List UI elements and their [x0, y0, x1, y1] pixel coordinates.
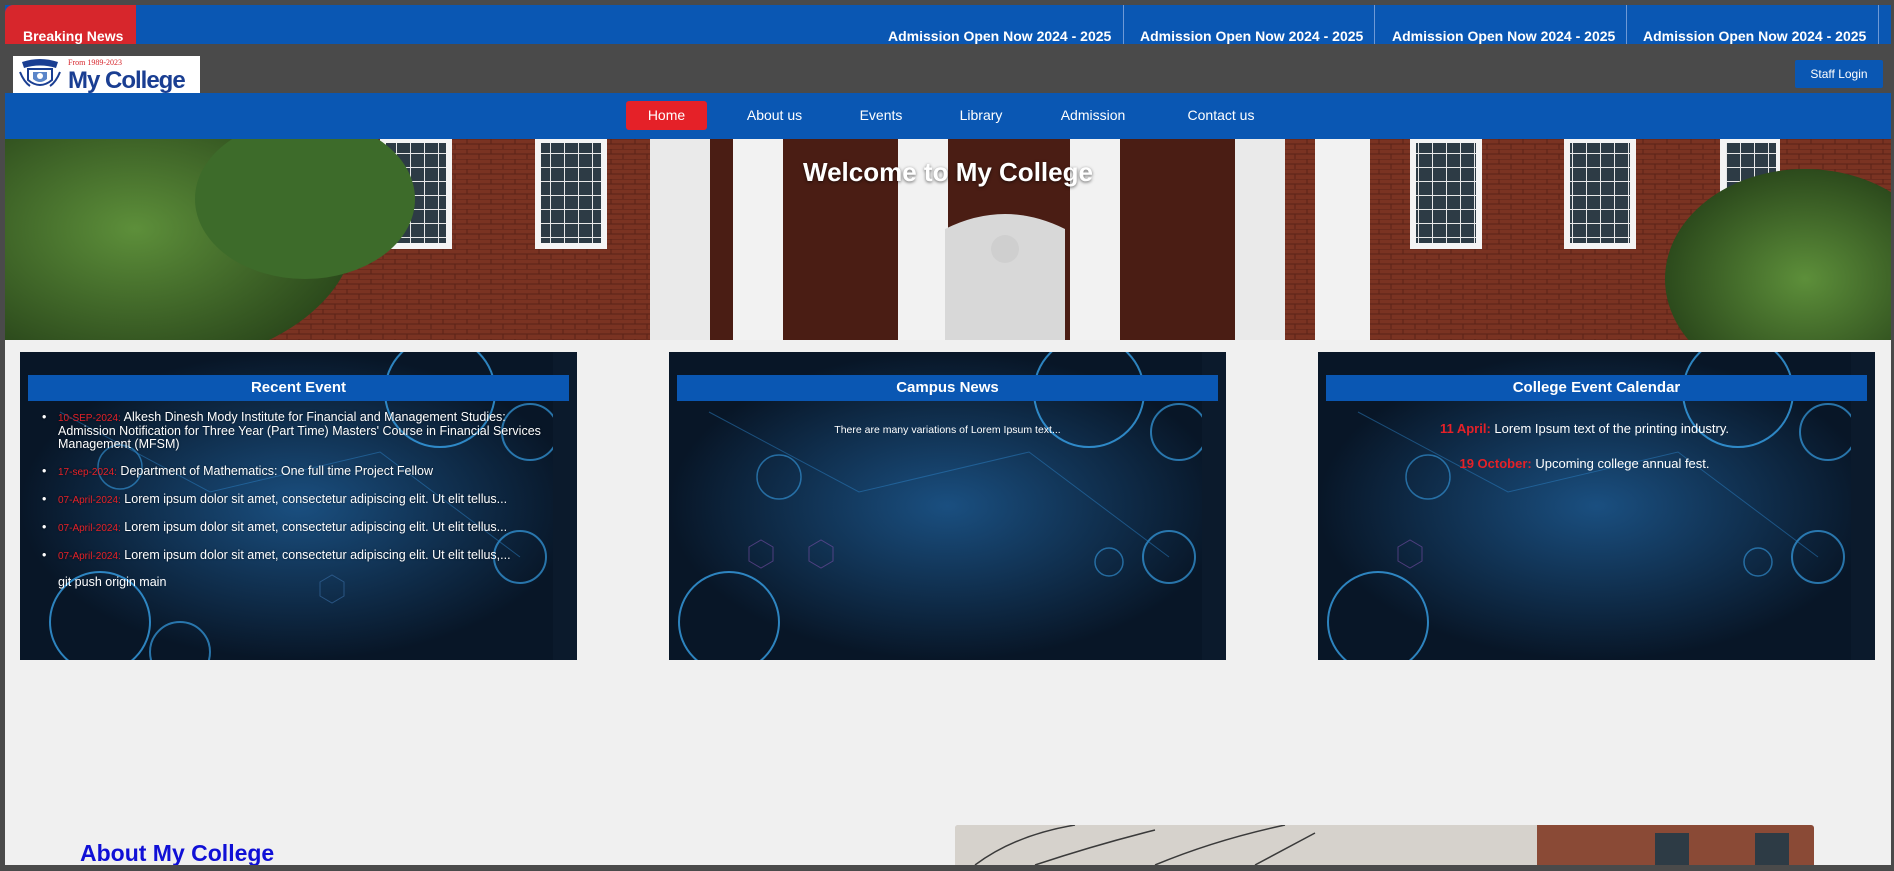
- event-date: 07-April-2024:: [58, 551, 121, 562]
- logo-name: My College: [68, 67, 186, 94]
- event-text: Lorem ipsum dolor sit amet, consectetur …: [124, 520, 508, 534]
- about-title: About My College: [80, 840, 275, 865]
- recent-event-body: • 10-SEP-2024: Alkesh Dinesh Mody Institu…: [20, 401, 553, 660]
- event-date: 17-sep-2024:: [58, 467, 117, 478]
- list-item[interactable]: • 07-April-2024: Lorem ipsum dolor sit am…: [42, 492, 553, 507]
- event-list: • 10-SEP-2024: Alkesh Dinesh Mody Institu…: [20, 401, 553, 563]
- nav-item-library[interactable]: Library: [939, 101, 1023, 130]
- list-item[interactable]: • 10-SEP-2024: Alkesh Dinesh Mody Institu…: [42, 410, 553, 451]
- recent-event-title: Recent Event: [28, 375, 569, 401]
- nav-item-events[interactable]: Events: [841, 101, 921, 130]
- nav-item-home[interactable]: Home: [626, 101, 707, 130]
- list-item[interactable]: • 07-April-2024: Lorem ipsum dolor sit am…: [42, 520, 553, 535]
- nav-item-admission[interactable]: Admission: [1040, 101, 1146, 130]
- calendar-text: Lorem Ipsum text of the printing industr…: [1494, 421, 1730, 436]
- nav-item-contact-us[interactable]: Contact us: [1165, 101, 1277, 130]
- campus-news-card: Campus News There are many variations of…: [669, 352, 1226, 660]
- calendar-entry[interactable]: 11 April: Lorem Ipsum text of the printi…: [1318, 421, 1851, 436]
- event-text: Alkesh Dinesh Mody Institute for Financi…: [58, 410, 541, 451]
- ticker-item[interactable]: Admission Open Now 2024 - 2025: [1392, 5, 1615, 44]
- event-date: 07-April-2024:: [58, 495, 121, 506]
- campus-news-body: There are many variations of Lorem Ipsum…: [669, 401, 1202, 660]
- ticker-item[interactable]: Admission Open Now 2024 - 2025: [888, 5, 1111, 44]
- campus-news-title: Campus News: [677, 375, 1218, 401]
- site-header: From 1989-2023 My College Staff Login: [5, 44, 1891, 94]
- ticker-item[interactable]: Admission Open Now 2024 - 2025: [1140, 5, 1363, 44]
- hero-banner: Welcome to My College: [5, 139, 1891, 340]
- calendar-date: 19 October:: [1459, 456, 1532, 471]
- calendar-text: Upcoming college annual fest.: [1535, 456, 1710, 471]
- staff-login-button[interactable]: Staff Login: [1795, 60, 1883, 88]
- event-date: 10-SEP-2024:: [58, 413, 121, 424]
- event-calendar-body: 11 April: Lorem Ipsum text of the printi…: [1318, 401, 1851, 660]
- ticker-divider: [1878, 5, 1879, 44]
- logo-since-text: From 1989-2023: [68, 58, 122, 67]
- hero-title: Welcome to My College: [803, 157, 1093, 187]
- event-text: Lorem ipsum dolor sit amet, consectetur …: [124, 492, 508, 506]
- breaking-news-bar: Breaking News Admission Open Now 2024 - …: [5, 5, 1891, 44]
- recent-event-card: Recent Event • 10-SEP-2024: Alkesh Dinesh…: [20, 352, 577, 660]
- calendar-date: 11 April:: [1439, 421, 1491, 436]
- event-calendar-card: College Event Calendar 11 April: Lorem I…: [1318, 352, 1875, 660]
- ticker-divider: [1626, 5, 1627, 44]
- about-college-image: [955, 825, 1814, 865]
- event-calendar-title: College Event Calendar: [1326, 375, 1867, 401]
- calendar-entry[interactable]: 19 October: Upcoming college annual fest…: [1318, 456, 1851, 471]
- event-text: Department of Mathematics: One full time…: [120, 464, 434, 478]
- campus-news-text[interactable]: There are many variations of Lorem Ipsum…: [669, 401, 1202, 436]
- college-logo[interactable]: From 1989-2023 My College: [13, 56, 200, 94]
- main-nav: Home About us Events Library Admission C…: [5, 93, 1891, 139]
- news-ticker: Admission Open Now 2024 - 2025 Admission…: [136, 5, 1891, 44]
- nav-item-about-us[interactable]: About us: [722, 101, 827, 130]
- ticker-divider: [1123, 5, 1124, 44]
- ticker-divider: [1374, 5, 1375, 44]
- extra-line: git push origin main: [58, 575, 167, 589]
- ticker-item[interactable]: Admission Open Now 2024 - 2025: [1643, 5, 1866, 44]
- list-item[interactable]: • 17-sep-2024: Department of Mathematics:…: [42, 464, 553, 479]
- event-text: Lorem ipsum dolor sit amet, consectetur …: [124, 548, 511, 562]
- event-date: 07-April-2024:: [58, 523, 121, 534]
- list-item[interactable]: • 07-April-2024: Lorem ipsum dolor sit am…: [42, 548, 553, 563]
- breaking-news-label: Breaking News: [5, 5, 136, 44]
- page: Breaking News Admission Open Now 2024 - …: [5, 5, 1891, 865]
- college-crest-icon: [19, 59, 61, 87]
